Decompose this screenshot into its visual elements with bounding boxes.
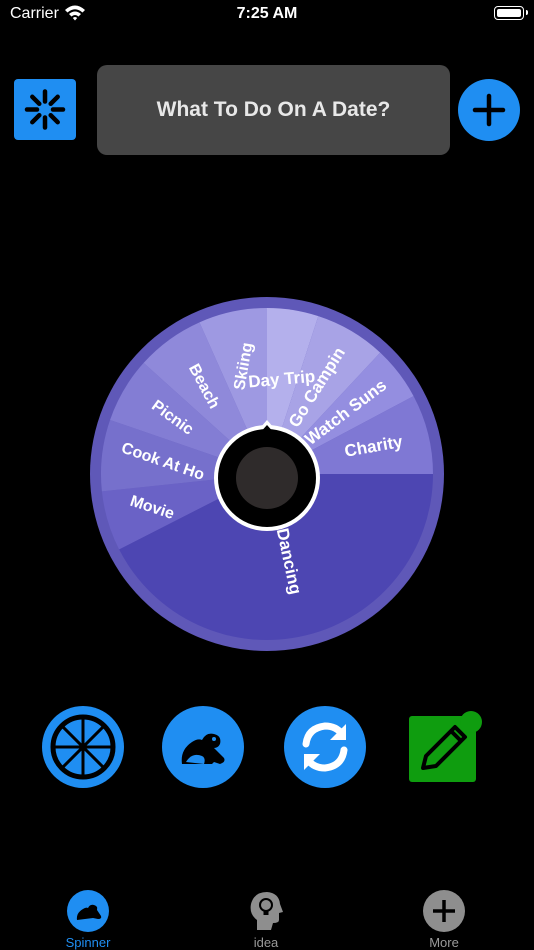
refresh-icon — [302, 722, 348, 772]
frog-icon — [67, 890, 109, 932]
reset-button[interactable] — [284, 706, 366, 788]
spinner-icon — [24, 89, 66, 130]
battery-icon — [494, 6, 528, 20]
frog-button[interactable] — [162, 706, 244, 788]
spinner-wheel[interactable]: Day TripGo CampinWatch SunsCharityDancin… — [90, 297, 444, 651]
lightbulb-head-icon — [245, 890, 287, 932]
tab-label: idea — [253, 935, 279, 950]
tab-label: More — [429, 935, 459, 950]
wheel-title-field[interactable]: What To Do On A Date? — [97, 65, 450, 155]
wheel-style-button[interactable] — [42, 706, 124, 788]
edit-badge — [460, 711, 482, 733]
tab-more[interactable]: More — [394, 890, 494, 950]
tab-label: Spinner — [65, 935, 111, 950]
tab-spinner[interactable]: Spinner — [38, 890, 138, 950]
add-wheel-button[interactable] — [458, 79, 520, 141]
plus-circle-icon — [423, 890, 465, 932]
frog-icon — [181, 733, 225, 764]
plus-icon — [472, 93, 506, 127]
tab-idea[interactable]: idea — [216, 890, 316, 950]
status-time: 7:25 AM — [236, 5, 298, 22]
ship-wheel-icon — [50, 714, 116, 780]
loading-spinner-button[interactable] — [14, 79, 76, 140]
wheel-center-button[interactable] — [236, 447, 298, 509]
